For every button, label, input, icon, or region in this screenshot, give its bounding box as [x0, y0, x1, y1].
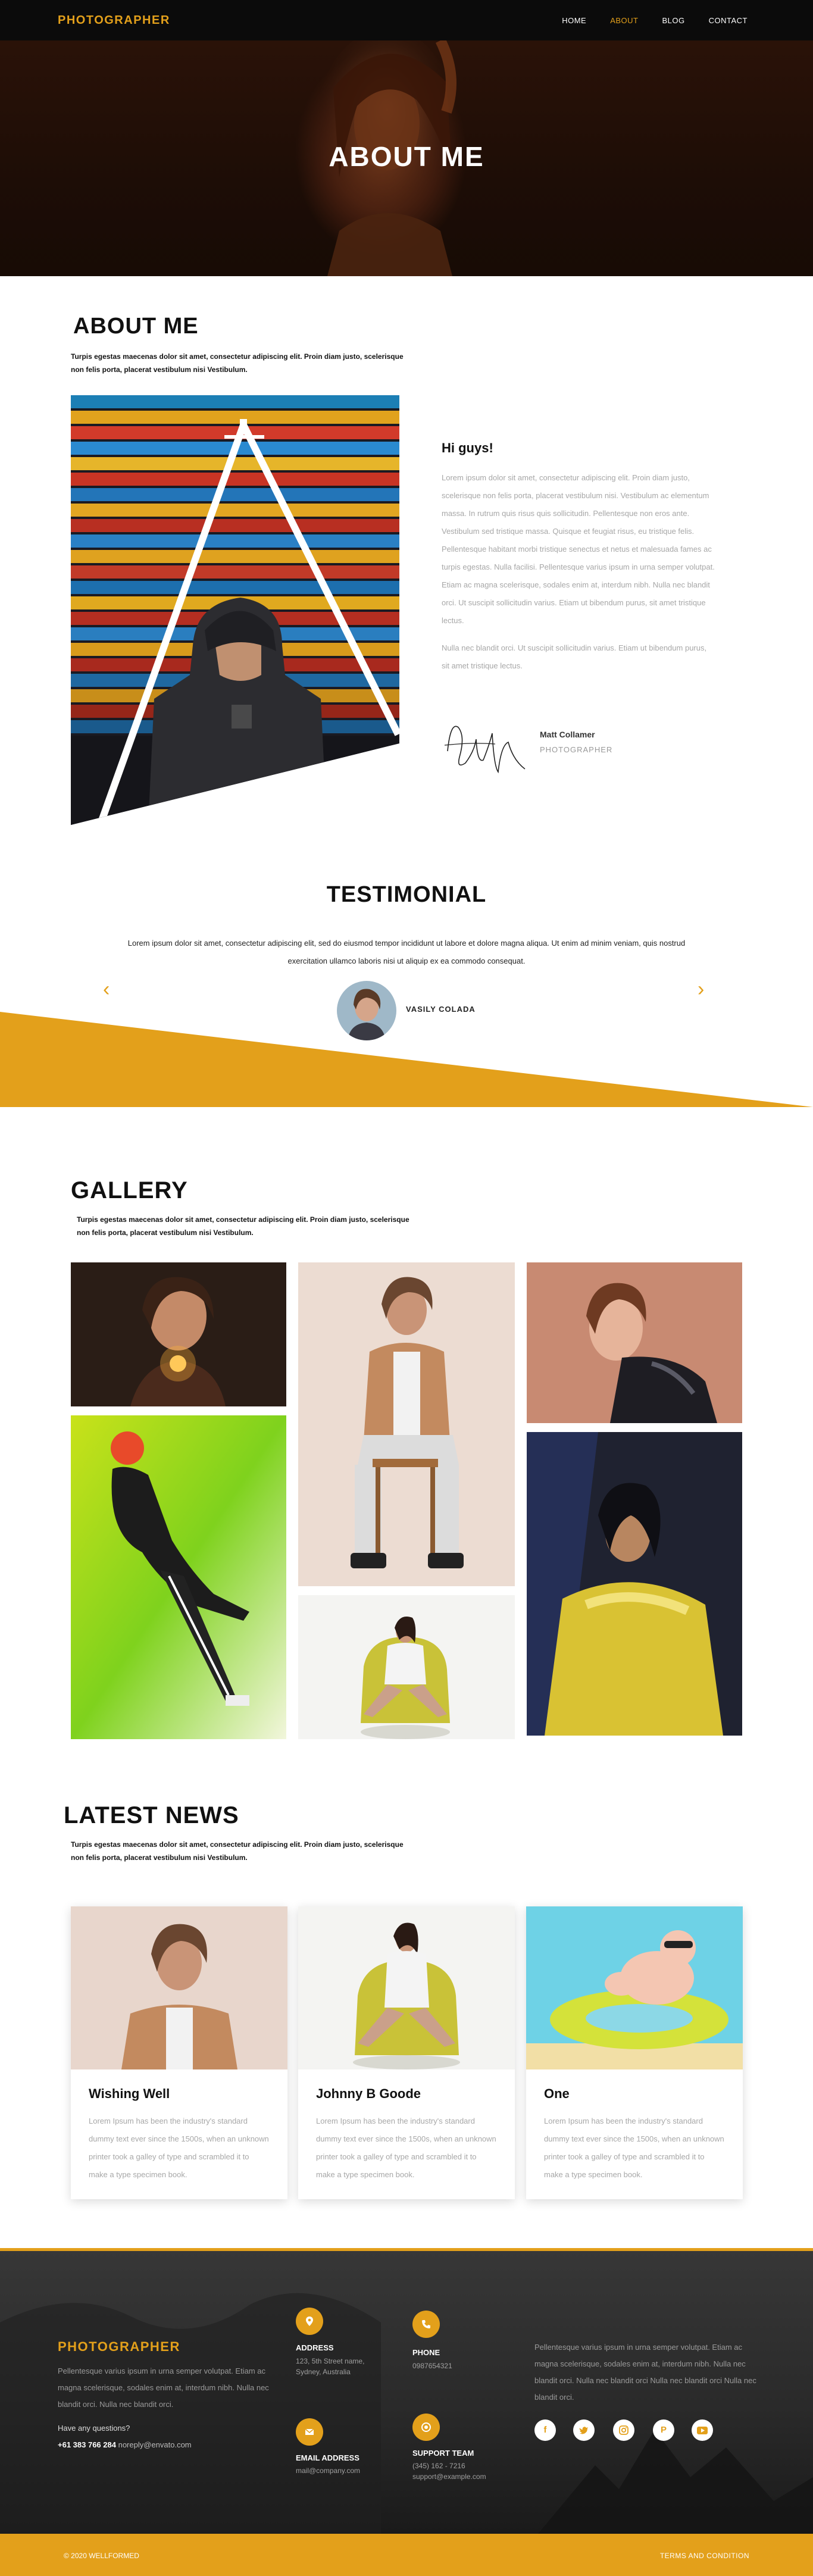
gallery-subtitle: Turpis egestas maecenas dolor sit amet, … — [77, 1215, 409, 1237]
facebook-icon[interactable]: f — [534, 2419, 556, 2441]
hero-banner: ABOUT ME — [0, 40, 813, 276]
testimonial-next-arrow[interactable]: › — [698, 978, 704, 1001]
testimonial-avatar — [337, 981, 396, 1040]
nav-home[interactable]: HOME — [562, 16, 586, 25]
twitter-icon[interactable] — [573, 2419, 595, 2441]
terms-link[interactable]: TERMS AND CONDITION — [660, 2552, 749, 2560]
logo[interactable]: PHOTOGRAPHER — [58, 14, 170, 27]
news-card-text: Lorem Ipsum has been the industry's stan… — [544, 2117, 724, 2179]
support-phone[interactable]: (345) 162 - 7216 — [412, 2461, 465, 2471]
signature-name: Matt Collamer — [540, 730, 595, 739]
signature-block: Matt Collamer PHOTOGRAPHER — [442, 704, 715, 781]
footer-inline-email[interactable]: noreply@envato.com — [118, 2440, 192, 2449]
page: PHOTOGRAPHER HOME ABOUT BLOG CONTACT ABO… — [0, 0, 813, 2576]
phone-label: PHONE — [412, 2348, 440, 2357]
signature-image — [444, 726, 526, 774]
bottom-bar: © 2020 WELLFORMED TERMS AND CONDITION — [0, 2534, 813, 2576]
support-icon — [412, 2414, 440, 2441]
copyright: © 2020 WELLFORMED — [64, 2552, 139, 2560]
news-card-title[interactable]: Wishing Well — [89, 2086, 170, 2102]
about-title: ABOUT ME — [73, 314, 199, 339]
address-label: ADDRESS — [296, 2343, 334, 2352]
email-value[interactable]: mail@company.com — [296, 2465, 360, 2476]
footer-about-text: Pellentesque varius ipsum in urna semper… — [58, 2366, 269, 2409]
gallery-image-yellow-chair[interactable] — [298, 1595, 515, 1739]
yellow-divider-shape — [0, 1012, 813, 1107]
footer-contact-line: +61 383 766 284 noreply@envato.com — [58, 2440, 192, 2449]
signature-role: PHOTOGRAPHER — [540, 745, 613, 754]
phone-value[interactable]: 0987654321 — [412, 2361, 452, 2371]
about-photo — [71, 395, 399, 825]
pinterest-icon[interactable]: P — [653, 2419, 674, 2441]
about-subtitle: Turpis egestas maecenas dolor sit amet, … — [71, 352, 404, 374]
about-greeting: Hi guys! — [442, 440, 493, 455]
gallery-image-green[interactable] — [71, 1415, 286, 1739]
address-value: 123, 5th Street name, Sydney, Australia — [296, 2357, 365, 2376]
about-content: Hi guys! Lorem ipsum dolor sit amet, con… — [442, 440, 715, 684]
footer-logo[interactable]: PHOTOGRAPHER — [58, 2339, 180, 2355]
instagram-icon[interactable] — [613, 2419, 634, 2441]
news-card-image — [71, 1906, 287, 2069]
news-card-image — [526, 1906, 743, 2069]
gallery-image-yellow-dress[interactable] — [527, 1432, 742, 1736]
gallery-image-sparkler[interactable] — [71, 1262, 286, 1406]
email-label: EMAIL ADDRESS — [296, 2453, 359, 2462]
nav-contact[interactable]: CONTACT — [709, 16, 748, 25]
news-title: LATEST NEWS — [64, 1802, 239, 1828]
location-icon — [296, 2308, 323, 2335]
testimonial-author: VASILY COLADA — [406, 1005, 476, 1014]
support-email[interactable]: support@example.com — [412, 2471, 486, 2482]
news-card[interactable]: One Lorem Ipsum has been the industry's … — [526, 1906, 743, 2199]
phone-icon — [412, 2311, 440, 2338]
top-nav: PHOTOGRAPHER HOME ABOUT BLOG CONTACT — [0, 0, 813, 40]
news-card-image — [298, 1906, 515, 2069]
testimonial-quote: Lorem ipsum dolor sit amet, consectetur … — [127, 939, 686, 965]
footer-question: Have any questions? — [58, 2424, 130, 2433]
news-card-title[interactable]: One — [544, 2086, 570, 2102]
about-paragraph-1: Lorem ipsum dolor sit amet, consectetur … — [442, 473, 715, 625]
news-card-text: Lorem Ipsum has been the industry's stan… — [89, 2117, 269, 2179]
testimonial-title: TESTIMONIAL — [326, 882, 487, 907]
gallery-image-chair[interactable] — [298, 1262, 515, 1586]
footer: PHOTOGRAPHER Pellentesque varius ipsum i… — [0, 2248, 813, 2534]
news-card-text: Lorem Ipsum has been the industry's stan… — [316, 2117, 496, 2179]
gallery-title: GALLERY — [71, 1177, 188, 1203]
nav-about[interactable]: ABOUT — [610, 16, 638, 25]
news-card-title[interactable]: Johnny B Goode — [316, 2086, 421, 2102]
main-menu: HOME ABOUT BLOG CONTACT — [562, 16, 748, 25]
support-label: SUPPORT TEAM — [412, 2449, 474, 2458]
hero-title: ABOUT ME — [329, 141, 484, 172]
news-card[interactable]: Johnny B Goode Lorem Ipsum has been the … — [298, 1906, 515, 2199]
youtube-icon[interactable] — [692, 2419, 713, 2441]
testimonial-prev-arrow[interactable]: ‹ — [103, 978, 110, 1001]
news-subtitle: Turpis egestas maecenas dolor sit amet, … — [71, 1840, 404, 1862]
footer-phone[interactable]: +61 383 766 284 — [58, 2440, 116, 2449]
news-card[interactable]: Wishing Well Lorem Ipsum has been the in… — [71, 1906, 287, 2199]
email-icon — [296, 2418, 323, 2446]
gallery-image-portrait[interactable] — [527, 1262, 742, 1423]
nav-blog[interactable]: BLOG — [662, 16, 685, 25]
footer-right-text: Pellentesque varius ipsum in urna semper… — [534, 2343, 756, 2402]
about-paragraph-2: Nulla nec blandit orci. Ut suscipit soll… — [442, 643, 707, 670]
